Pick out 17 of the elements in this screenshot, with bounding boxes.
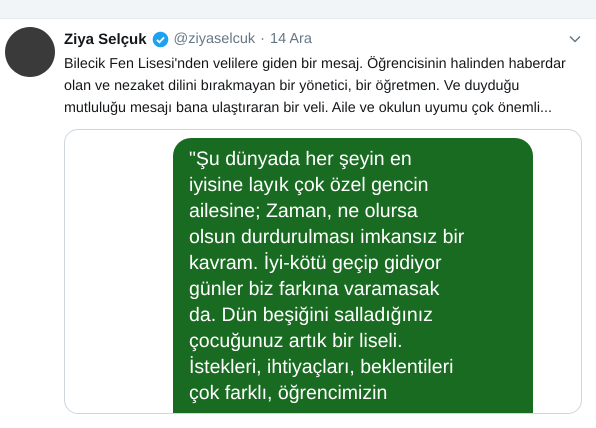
tweet-text: Bilecik Fen Lisesi'nden velilere giden bir mesaj. Öğrencisinin halinden haberdar olan ve nezaket dilini bırakmayan bir yönetici, bir öğretmen. Ve duyduğu mutluluğu mesajı bana ulaştıraran bir veli. Aile ve okulun uyumu çok önemli...: [64, 55, 567, 118]
message-line: çok farklı, öğrencimizin: [189, 381, 388, 406]
message-line: günler biz farkına varamasak: [189, 277, 440, 302]
message-line: da. Dün beşiğini salladığınız: [189, 303, 434, 328]
message-line: kavram. İyi-kötü geçip gidiyor: [189, 251, 443, 276]
image-card[interactable]: [64, 129, 582, 414]
user-name[interactable]: Ziya Selçuk: [64, 30, 147, 48]
message-line: İstekleri, ihtiyaçları, beklentileri: [189, 355, 454, 380]
user-handle[interactable]: @ziyaselcuk: [174, 31, 256, 47]
avatar[interactable]: [5, 27, 55, 77]
separator: ·: [260, 31, 265, 47]
message-line: "Şu dünyada her şeyin en: [189, 147, 413, 172]
message-line: olsun durdurulması imkansız bir: [189, 225, 466, 250]
message-line: ailesine; Zaman, ne olursa: [189, 199, 419, 224]
message-line: iyisine layık çok özel gencin: [189, 173, 430, 198]
message-line: çocuğunuz artık bir liseli.: [189, 329, 404, 354]
tweet-date[interactable]: 14 Ara: [270, 31, 312, 47]
